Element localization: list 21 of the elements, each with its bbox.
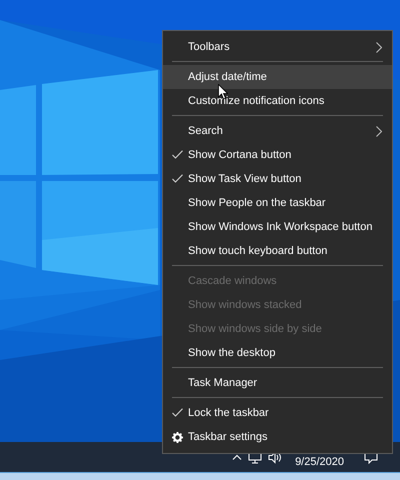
menu-item[interactable]: Show Task View button [163, 167, 392, 191]
menu-item[interactable]: Customize notification icons [163, 89, 392, 113]
menu-item[interactable]: Adjust date/time [163, 65, 392, 89]
menu-item[interactable]: Show Cortana button [163, 143, 392, 167]
settings-icon [172, 432, 183, 443]
checkmark-icon [172, 174, 183, 183]
menu-item[interactable]: Task Manager [163, 371, 392, 395]
checkmark-icon [172, 150, 183, 159]
checkmark-icon [172, 408, 183, 417]
clock-date[interactable]: 9/25/2020 [295, 456, 344, 468]
menu-item[interactable]: Taskbar settings [163, 425, 392, 449]
menu-item[interactable]: Show People on the taskbar [163, 191, 392, 215]
chevron-icon [376, 42, 382, 52]
menu-item[interactable]: Show touch keyboard button [163, 239, 392, 263]
chevron-icon [376, 126, 382, 136]
menu-item[interactable]: Show the desktop [163, 341, 392, 365]
menu-item[interactable]: Lock the taskbar [163, 401, 392, 425]
menu-item[interactable]: Show Windows Ink Workspace button [163, 215, 392, 239]
menu-item[interactable]: Search [163, 119, 392, 143]
caret-icon[interactable] [232, 454, 242, 460]
menu-item[interactable]: Toolbars [163, 35, 392, 59]
